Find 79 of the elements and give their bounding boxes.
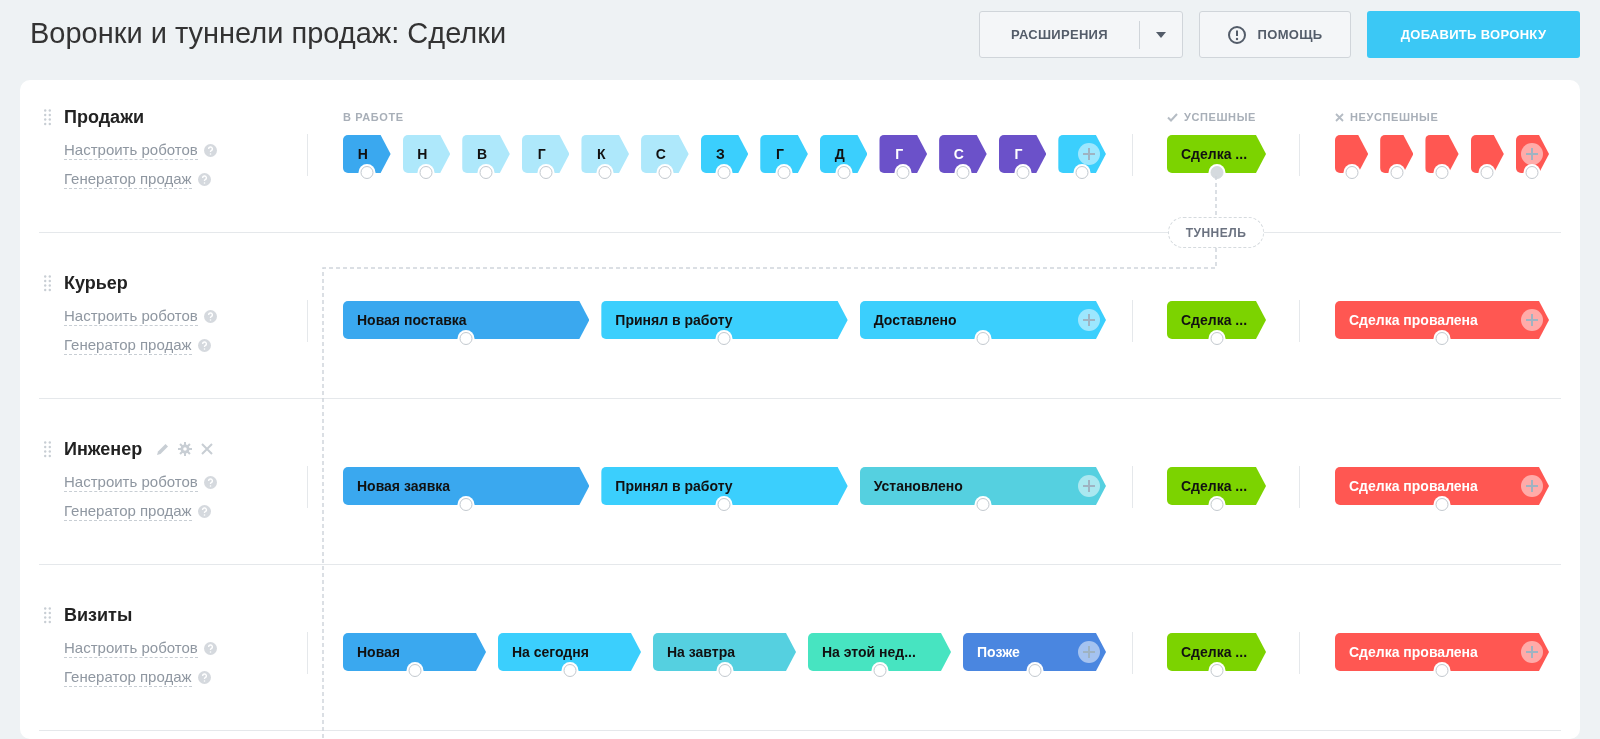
add-stage-button[interactable]: [1521, 475, 1543, 497]
help-icon[interactable]: [197, 338, 211, 352]
help-icon[interactable]: [197, 504, 211, 518]
plus-icon[interactable]: [1526, 314, 1538, 326]
plus-icon[interactable]: [1083, 480, 1095, 492]
funnel-name: Курьер: [64, 271, 128, 295]
page-title: Воронки и туннели продаж: Сделки: [30, 16, 508, 52]
help-icon[interactable]: [203, 143, 217, 157]
tunnel-badge[interactable]: ТУННЕЛЬ: [1168, 217, 1264, 248]
plus-icon[interactable]: [1083, 646, 1095, 658]
exclamation-icon: [1227, 25, 1246, 44]
stage-chip[interactable]: Новая поставка: [343, 301, 590, 339]
help-icon[interactable]: [203, 641, 217, 655]
stage-chip[interactable]: Доставлено: [859, 301, 1106, 339]
drag-handle-icon[interactable]: [44, 108, 51, 126]
stage-chip[interactable]: Новая заявка: [343, 467, 590, 505]
stage-chip[interactable]: В: [462, 135, 510, 173]
stage-chip[interactable]: Г: [998, 135, 1047, 173]
stage-chip[interactable]: Н: [402, 135, 451, 173]
help-icon[interactable]: [197, 670, 211, 684]
plus-icon[interactable]: [1083, 314, 1095, 326]
stage-chip[interactable]: Новая: [343, 633, 486, 671]
drag-handle-icon[interactable]: [44, 274, 51, 292]
funnel-name: Визиты: [64, 603, 133, 627]
funnel-name: Инженер: [64, 437, 143, 461]
stage-chip[interactable]: Г: [879, 135, 928, 173]
plus-icon[interactable]: [1526, 480, 1538, 492]
section-label: В РАБОТЕ: [343, 109, 404, 125]
add-stage-button[interactable]: [1078, 641, 1100, 663]
section-label: НЕУСПЕШНЫЕ: [1350, 109, 1439, 125]
stage-chip[interactable]: [1058, 135, 1106, 173]
add-stage-button[interactable]: [1077, 143, 1100, 165]
stage-chip[interactable]: На завтра: [653, 633, 796, 671]
stage-chip[interactable]: Принял в работу: [601, 467, 848, 505]
stage-chip[interactable]: Сделка ...: [1167, 467, 1266, 505]
add-stage-button[interactable]: [1078, 309, 1100, 331]
add-stage-button[interactable]: [1521, 143, 1543, 165]
stage-chip[interactable]: На этой нед...: [808, 633, 951, 671]
stage-chip[interactable]: [1380, 135, 1414, 173]
pencil-icon[interactable]: [156, 442, 170, 456]
settings-icon[interactable]: [178, 442, 193, 456]
stage-chip[interactable]: На сегодня: [498, 633, 641, 671]
stage-chip[interactable]: З: [700, 135, 749, 173]
stage-chip[interactable]: К: [581, 135, 630, 173]
stage-chip[interactable]: Принял в работу: [601, 301, 848, 339]
help-icon[interactable]: [203, 475, 217, 489]
section-label: УСПЕШНЫЕ: [1184, 109, 1256, 125]
stage-chip[interactable]: [1335, 135, 1369, 173]
add-stage-button[interactable]: [1521, 309, 1543, 331]
caret-icon[interactable]: [1156, 31, 1166, 38]
drag-handle-icon[interactable]: [44, 606, 51, 624]
stage-chip[interactable]: Д: [819, 135, 868, 173]
close-icon: [1335, 112, 1344, 122]
stage-chip[interactable]: [1470, 135, 1504, 173]
plus-icon[interactable]: [1526, 646, 1538, 658]
close-icon[interactable]: [201, 443, 214, 455]
add-stage-button[interactable]: [1521, 641, 1543, 663]
extensions-label[interactable]: РАСШИРЕНИЯ: [980, 24, 1139, 45]
stage-chip[interactable]: Г: [760, 135, 808, 173]
extensions-button[interactable]: РАСШИРЕНИЯ: [979, 11, 1183, 58]
stage-chip[interactable]: С: [641, 135, 689, 173]
help-icon[interactable]: [197, 172, 211, 186]
drag-handle-icon[interactable]: [44, 440, 51, 458]
help-button[interactable]: ПОМОЩЬ: [1199, 11, 1351, 58]
stage-chip[interactable]: [1425, 135, 1459, 173]
stage-chip[interactable]: Сделка ...: [1167, 301, 1266, 339]
stage-chip[interactable]: Сделка ...: [1167, 135, 1266, 173]
stage-chip[interactable]: [1515, 135, 1549, 173]
stage-chip[interactable]: Н: [343, 135, 391, 173]
stage-chip[interactable]: Позже: [963, 633, 1106, 671]
check-icon: [1167, 112, 1178, 122]
funnel-name: Продажи: [64, 105, 144, 129]
stage-chip[interactable]: С: [939, 135, 987, 173]
plus-icon[interactable]: [1082, 148, 1095, 160]
stage-chip[interactable]: Установлено: [859, 467, 1106, 505]
add-stage-button[interactable]: [1078, 475, 1100, 497]
help-icon[interactable]: [203, 309, 217, 323]
stage-chip[interactable]: Г: [521, 135, 570, 173]
stage-chip[interactable]: Сделка ...: [1167, 633, 1266, 671]
